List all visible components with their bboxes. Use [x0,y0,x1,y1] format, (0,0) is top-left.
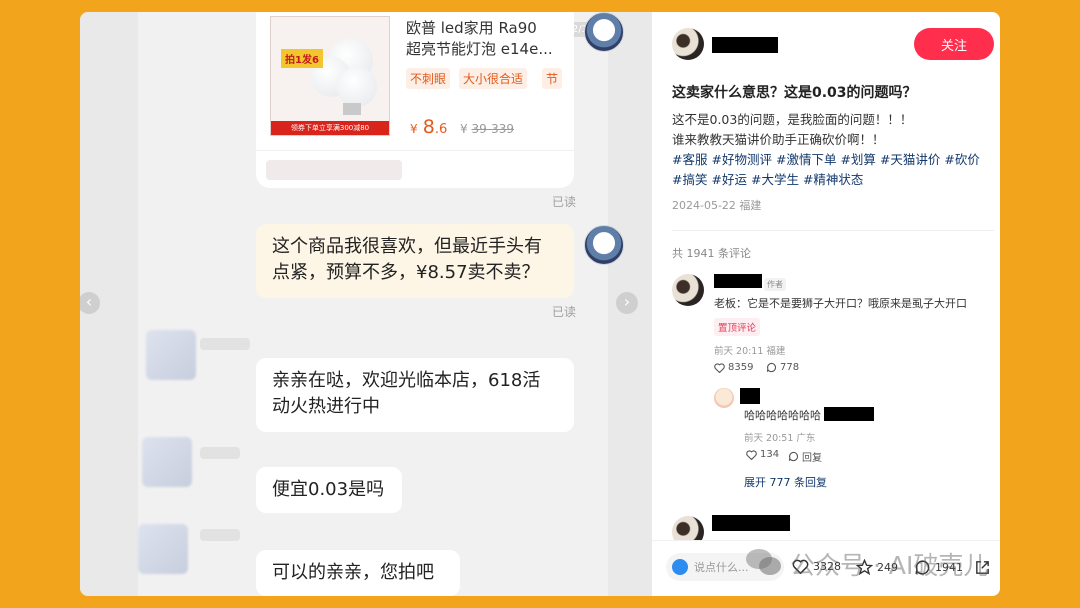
wechat-logo-icon [746,549,781,575]
product-image: 拍1发6 领券下单立享满300减80 [270,16,390,136]
product-image-tag: 拍1发6 [281,49,323,68]
product-card[interactable]: 拍1发6 领券下单立享满300减80 欧普 led家用 Ra90 超亮节能灯泡 … [256,12,574,188]
hashtag-link[interactable]: #好运 [711,172,746,187]
seller-avatar [142,437,192,487]
comment-icon [788,451,799,462]
product-tag: 大小很合适 [459,68,528,89]
chat-area: 2/3 拍1发6 领券下单立享满300减80 欧普 led家用 Ra90 超亮节… [138,12,624,596]
post-title: 这卖家什么意思？这是0.03的问题吗？ [672,85,917,101]
comment-count: 共 1941 条评论 [672,247,751,260]
redacted-commenter-name [714,274,762,288]
author-avatar[interactable] [672,28,704,60]
product-title: 欧普 led家用 Ra90 超亮节能灯泡 e14e... [406,19,553,58]
blurred-name [200,529,240,541]
read-receipt: 已读 [552,305,577,319]
hashtag-link[interactable]: #天猫讲价 [880,152,940,167]
chat-bubble-mine: 这个商品我很喜欢，但最近手头有点紧，预算不多，¥8.57卖不卖？ [256,224,574,298]
reply-like-button[interactable]: 134 [746,449,779,460]
blurred-text [266,160,402,180]
heart-icon [714,362,725,373]
seller-avatar [146,330,196,380]
follow-button[interactable]: 关注 [914,28,994,60]
product-divider [256,150,574,151]
comment-like-button[interactable]: 8359 [714,362,753,373]
chat-bubble-seller: 可以的亲亲，您拍吧 [256,550,460,596]
product-tag: 节 [542,68,563,89]
redacted-reply-text [824,407,874,421]
commenter-avatar[interactable] [672,274,704,306]
watermark-text: 公众号 · AI破壳儿 [790,551,989,580]
product-price: ¥ 8.6 [410,116,448,138]
reply-text: 哈哈哈哈哈哈哈 [744,409,821,422]
expand-replies-link[interactable]: 展开 777 条回复 [744,474,827,490]
product-image-footer: 领券下单立享满300减80 [271,121,389,135]
hashtag-link[interactable]: #划算 [840,152,875,167]
next-image-button[interactable]: › [616,292,638,314]
prev-image-button[interactable]: ‹ [80,292,100,314]
heart-icon [746,449,757,460]
redacted-author-name [712,37,778,53]
blurred-name [200,447,240,459]
redacted-reply-name [740,388,760,404]
chat-image-panel: 2/3 拍1发6 领券下单立享满300减80 欧普 led家用 Ra90 超亮节… [80,12,652,596]
reply-avatar[interactable] [714,388,734,408]
chat-bubble-seller: 亲亲在哒，欢迎光临本店，618活动火热进行中 [256,358,574,432]
hashtag-link[interactable]: #搞笑 [672,172,707,187]
user-icon [672,559,688,575]
comment-icon [766,362,777,373]
redacted-commenter-name [712,515,790,531]
author-badge: 作者 [764,278,786,291]
comment-reply-button[interactable]: 778 [766,362,799,373]
reply-reply-button[interactable]: 回复 [788,449,822,464]
hashtag-link[interactable]: #好物测评 [711,152,771,167]
hashtag-link[interactable]: #砍价 [944,152,979,167]
hashtag-link[interactable]: #激情下单 [776,152,836,167]
pinned-comment-badge: 置顶评论 [714,318,761,336]
hashtag-link[interactable]: #大学生 [751,172,799,187]
chat-bubble-seller: 便宜0.03是吗 [256,467,402,513]
comment-text: 老板：它是不是要狮子大开口？哦原来是虱子大开口 [714,297,967,310]
blurred-name [200,338,250,350]
divider [672,230,994,231]
product-tag: 不刺眼 [406,68,451,89]
my-avatar [584,225,624,265]
hashtag-link[interactable]: #客服 [672,152,707,167]
reply-meta: 前天 20:51 广东 [744,433,816,444]
post-tags: #客服 #好物测评 #激情下单 #划算 #天猫讲价 #砍价 #搞笑 #好运 #大学生 #精神状态 [672,150,994,190]
comment-meta: 前天 20:11 福建 [714,346,786,357]
comment-input-placeholder: 说点什么... [694,561,749,574]
seller-avatar [138,524,188,574]
post-date: 2024-05-22 福建 [672,199,762,212]
post-panel: 关注 这卖家什么意思？这是0.03的问题吗？ 这不是0.03的问题，是我脸面的问… [652,12,1000,596]
hashtag-link[interactable]: #精神状态 [803,172,863,187]
screenshot-card: 2/3 拍1发6 领券下单立享满300减80 欧普 led家用 Ra90 超亮节… [80,12,1000,596]
read-receipt: 已读 [552,195,577,209]
my-avatar [584,12,624,52]
post-body: 这不是0.03的问题，是我脸面的问题！！！ 谁来教教天猫讲价助手正确砍价啊！！ [672,112,913,147]
product-original-price: ¥ 39-339 [460,122,514,136]
